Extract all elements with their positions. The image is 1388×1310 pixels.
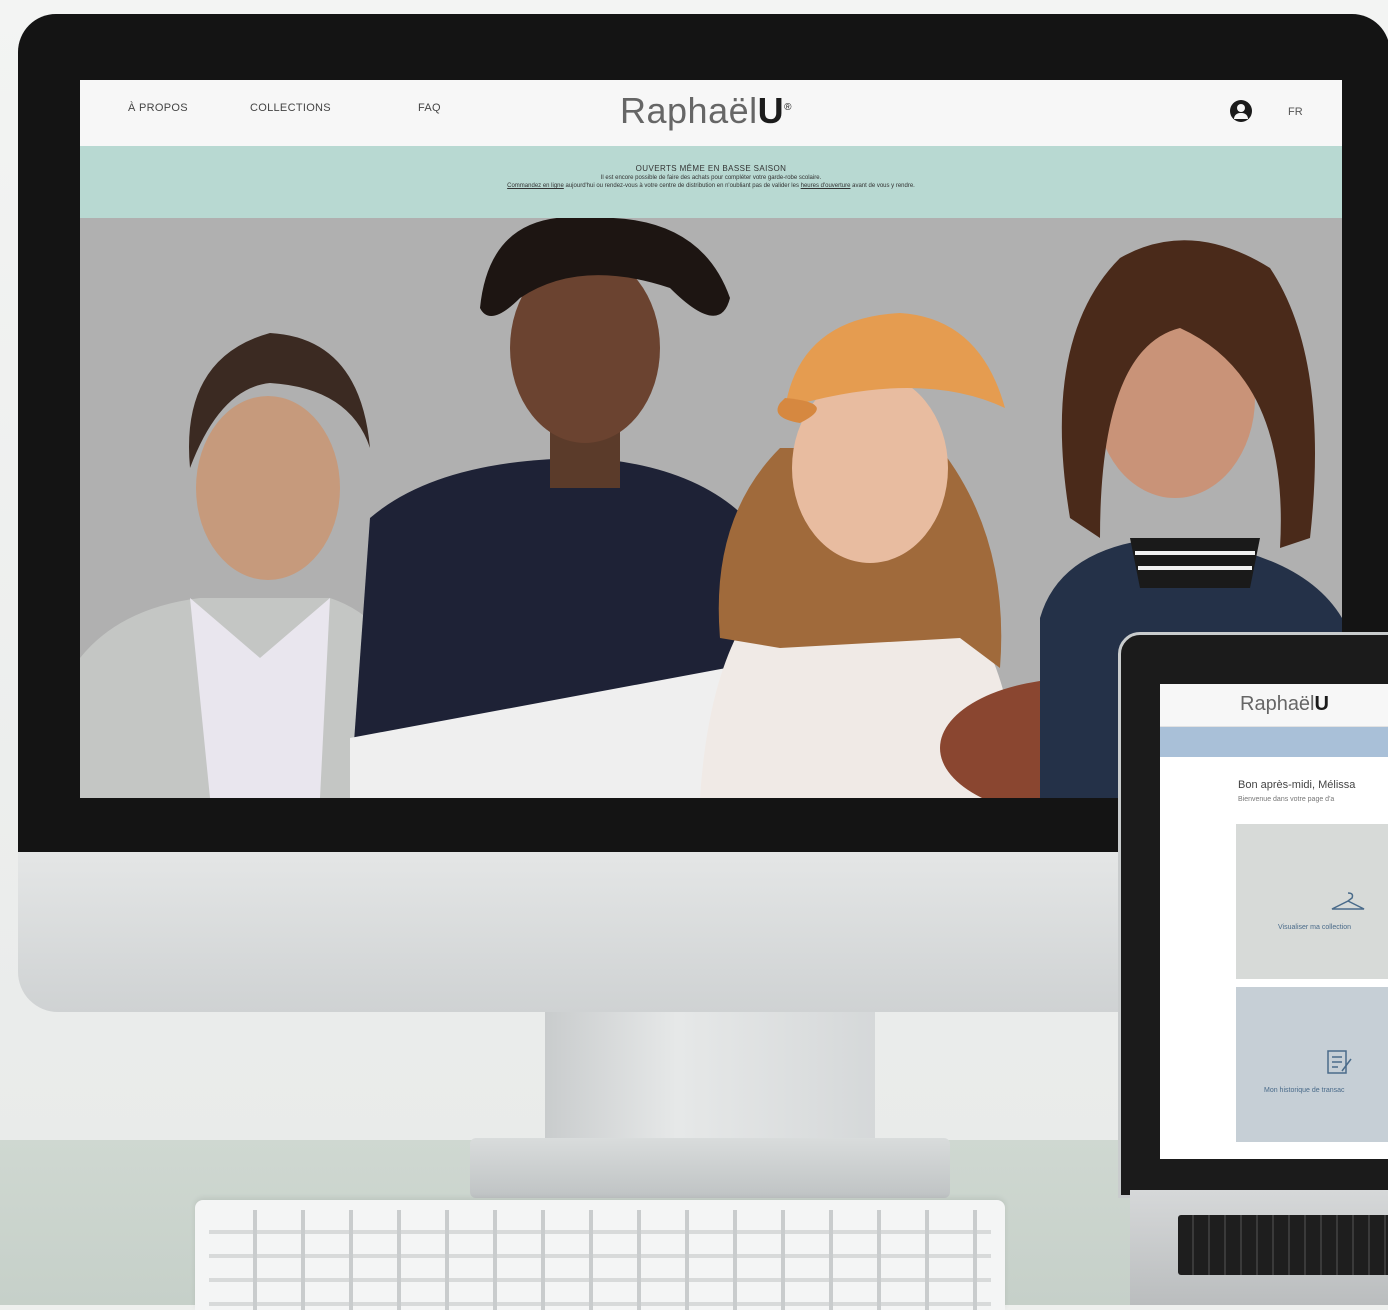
logo-u: U bbox=[757, 90, 785, 131]
opening-hours-link[interactable]: heures d'ouverture bbox=[801, 183, 851, 189]
order-online-link[interactable]: Commandez en ligne bbox=[507, 183, 564, 189]
banner-title: OUVERTS MÊME EN BASSE SAISON bbox=[635, 164, 787, 173]
nav-about[interactable]: À PROPOS bbox=[128, 102, 188, 114]
welcome-subtitle: Bienvenue dans votre page d'a bbox=[1238, 796, 1335, 803]
user-circle-icon[interactable] bbox=[1230, 100, 1252, 122]
logo-text: Raphaël bbox=[620, 90, 758, 131]
laptop-logo[interactable]: RaphaëlU bbox=[1240, 693, 1329, 716]
banner-line2-end: avant de vous y rendre. bbox=[850, 183, 915, 189]
banner-line1: Il est encore possible de faire des acha… bbox=[600, 175, 822, 181]
laptop-keyboard bbox=[1178, 1215, 1388, 1275]
nav-faq[interactable]: FAQ bbox=[418, 102, 441, 114]
keyboard-keys bbox=[209, 1210, 991, 1310]
site-logo[interactable]: RaphaëlU® bbox=[620, 90, 792, 132]
view-collection-card[interactable]: Visualiser ma collection bbox=[1236, 824, 1388, 979]
view-collection-label: Visualiser ma collection bbox=[1278, 924, 1352, 931]
monitor-stand-foot bbox=[470, 1138, 950, 1198]
banner-line2: Commandez en ligne aujourd'hui ou rendez… bbox=[80, 183, 1342, 189]
language-toggle[interactable]: FR bbox=[1288, 106, 1303, 118]
hanger-icon bbox=[1331, 892, 1365, 910]
laptop-notice-band bbox=[1160, 727, 1388, 757]
greeting-heading: Bon après-midi, Mélissa bbox=[1238, 779, 1356, 791]
site-nav: À PROPOS COLLECTIONS FAQ RaphaëlU® FR bbox=[80, 80, 1342, 147]
laptop-logo-u: U bbox=[1314, 693, 1329, 715]
transaction-history-label: Mon historique de transac bbox=[1264, 1087, 1345, 1094]
announcement-banner: OUVERTS MÊME EN BASSE SAISON Il est enco… bbox=[80, 146, 1342, 218]
monitor-stand-neck bbox=[545, 1010, 875, 1150]
laptop-nav: RaphaëlU bbox=[1160, 684, 1388, 727]
keyboard bbox=[195, 1200, 1005, 1310]
transaction-history-card[interactable]: Mon historique de transac bbox=[1236, 987, 1388, 1142]
laptop-screen: RaphaëlU Bon après-midi, Mélissa Bienven… bbox=[1160, 684, 1388, 1159]
laptop-logo-text: Raphaël bbox=[1240, 693, 1315, 715]
nav-collections[interactable]: COLLECTIONS bbox=[250, 102, 331, 114]
banner-line2-text: aujourd'hui ou rendez-vous à votre centr… bbox=[563, 183, 801, 189]
history-icon bbox=[1327, 1050, 1352, 1074]
